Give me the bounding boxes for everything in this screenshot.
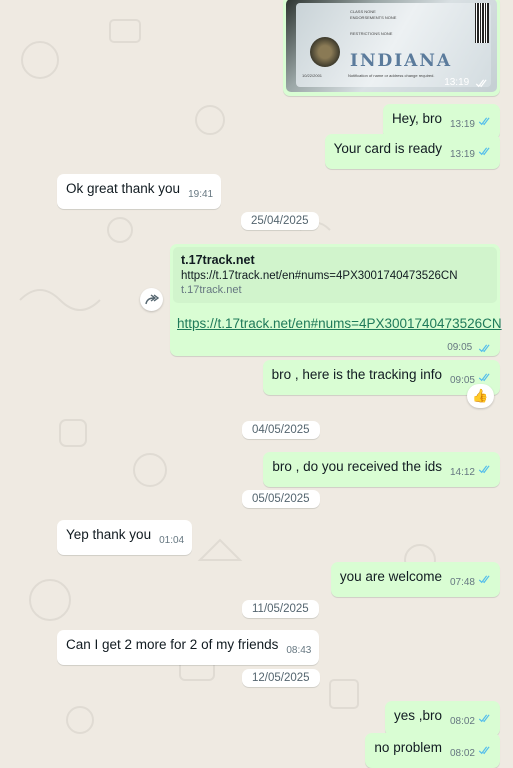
message-time: 08:02	[449, 748, 475, 759]
outgoing-message[interactable]: Your card is ready 13:19	[324, 134, 500, 169]
id-card-notice: Notification of name or address change r…	[348, 73, 435, 78]
outgoing-message[interactable]: bro , here is the tracking info 09:05	[262, 360, 500, 395]
read-ticks-icon	[475, 79, 487, 88]
message-text: bro , here is the tracking info	[271, 367, 442, 382]
id-card-endorsements: ENDORSEMENTS NONE	[350, 15, 397, 20]
date-divider: 11/05/2025	[242, 600, 319, 618]
state-seal-icon	[310, 37, 340, 67]
barcode-icon	[475, 3, 489, 43]
read-ticks-icon	[478, 373, 490, 382]
preview-title: t.17track.net	[181, 253, 255, 267]
message-text: Ok great thank you	[66, 181, 181, 196]
outgoing-message[interactable]: yes ,bro 08:02	[384, 701, 500, 736]
id-card-date: 10/22/2001	[302, 73, 323, 78]
read-ticks-icon	[478, 746, 490, 755]
read-ticks-icon	[478, 117, 490, 126]
message-time: 08:43	[286, 645, 312, 656]
message-time: 01:04	[159, 535, 185, 546]
message-time: 14:12	[449, 467, 475, 478]
date-divider: 04/05/2025	[242, 421, 320, 439]
incoming-message[interactable]: Yep thank you 01:04	[57, 520, 193, 555]
outgoing-message[interactable]: no problem 08:02	[365, 733, 500, 768]
incoming-message[interactable]: Ok great thank you 19:41	[57, 174, 222, 209]
image-message[interactable]: INDIANA CLASS NONE ENDORSEMENTS NONE RES…	[283, 0, 500, 96]
id-card-class: CLASS NONE	[350, 9, 376, 14]
message-text: you are welcome	[339, 569, 442, 584]
message-text: no problem	[374, 740, 442, 755]
preview-url: https://t.17track.net/en#nums=4PX3001740…	[181, 270, 458, 282]
read-ticks-icon	[478, 465, 490, 474]
message-text: yes ,bro	[393, 708, 442, 723]
id-card-image[interactable]: INDIANA CLASS NONE ENDORSEMENTS NONE RES…	[286, 0, 497, 92]
message-time: 13:19	[444, 77, 489, 88]
id-card-restrictions: RESTRICTIONS NONE	[350, 31, 393, 36]
message-time: 08:02	[449, 716, 475, 727]
thumbs-up-icon: 👍	[472, 388, 489, 403]
tracking-link[interactable]: https://t.17track.net/en#nums=4PX3001740…	[177, 316, 502, 331]
message-time: 09:05	[447, 342, 492, 353]
message-time: 07:48	[449, 577, 475, 588]
message-text: Your card is ready	[333, 141, 442, 156]
message-text: Yep thank you	[66, 527, 152, 542]
message-time: 13:19	[449, 149, 475, 160]
message-time: 13:19	[449, 119, 475, 130]
read-ticks-icon	[478, 147, 490, 156]
id-card-face: INDIANA CLASS NONE ENDORSEMENTS NONE RES…	[296, 3, 491, 87]
message-text: bro , do you received the ids	[272, 459, 442, 474]
outgoing-message[interactable]: bro , do you received the ids 14:12	[263, 452, 500, 487]
forward-icon	[144, 293, 159, 304]
message-time: 19:41	[188, 189, 214, 200]
preview-domain: t.17track.net	[181, 284, 242, 296]
incoming-message[interactable]: Can I get 2 more for 2 of my friends 08:4…	[57, 630, 320, 665]
message-text: Can I get 2 more for 2 of my friends	[66, 637, 279, 652]
reaction-badge[interactable]: 👍	[467, 384, 494, 408]
date-divider: 05/05/2025	[242, 490, 320, 508]
read-ticks-icon	[478, 714, 490, 723]
outgoing-message[interactable]: you are welcome 07:48	[330, 562, 500, 597]
read-ticks-icon	[478, 344, 490, 353]
link-message[interactable]: t.17track.net https://t.17track.net/en#n…	[170, 244, 502, 356]
date-divider: 12/05/2025	[242, 669, 320, 687]
id-card-state: INDIANA	[350, 51, 453, 71]
read-ticks-icon	[478, 575, 490, 584]
date-divider: 25/04/2025	[241, 212, 319, 230]
link-preview[interactable]: t.17track.net https://t.17track.net/en#n…	[173, 247, 497, 303]
message-text: Hey, bro	[391, 111, 442, 126]
forward-button[interactable]	[140, 288, 163, 311]
